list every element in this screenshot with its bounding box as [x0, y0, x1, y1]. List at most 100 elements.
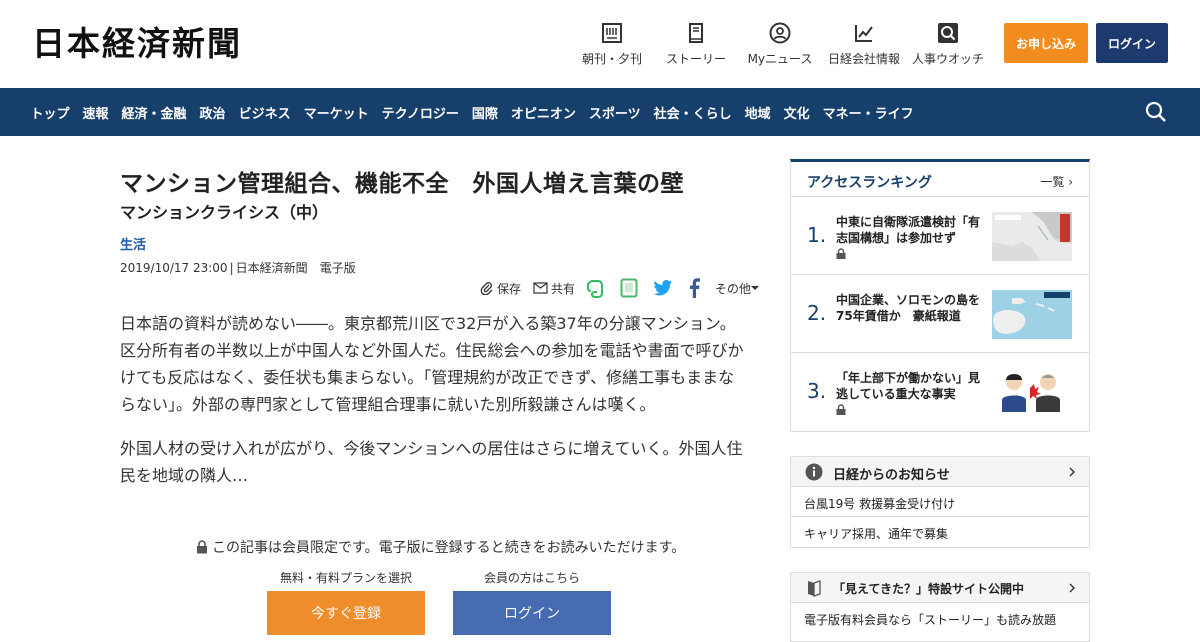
ranking-headline-text: 中国企業、ソロモンの島を75年賃借か 豪紙報道: [836, 293, 981, 323]
nav-item-culture[interactable]: 文化: [777, 103, 816, 122]
notice-item[interactable]: キャリア採用、通年で募集: [791, 517, 1089, 547]
middle-east-map-thumbnail: [992, 212, 1072, 261]
ranking-number: 3.: [807, 379, 827, 403]
header-nav-label: 日経会社情報: [827, 52, 900, 66]
nav-item-region[interactable]: 地域: [738, 103, 777, 122]
members-only-note: この記事は会員限定です。電子版に登録すると続きをお読みいただけます。: [196, 537, 685, 557]
header-nav-paper[interactable]: 朝刊・夕刊: [570, 22, 654, 67]
save-button[interactable]: 保存: [480, 280, 521, 297]
lock-icon: [836, 404, 846, 415]
site-header: 日本経済新聞 朝刊・夕刊 ストーリー Myニュース 日経会社情報 人事ウオッチ …: [0, 0, 1200, 88]
header-nav-label: ストーリー: [665, 52, 726, 66]
member-login-button[interactable]: ログイン: [453, 591, 611, 635]
ranking-item[interactable]: 2. 中国企業、ソロモンの島を75年賃借か 豪紙報道: [791, 275, 1089, 353]
nav-item-money-life[interactable]: マネー・ライフ: [816, 103, 920, 122]
header-nav-label: 人事ウオッチ: [911, 52, 984, 66]
nav-item-economy[interactable]: 経済・金融: [115, 103, 193, 122]
ranking-item[interactable]: 3. 「年上部下が働かない」見逃している重大な事実: [791, 353, 1089, 431]
search-icon[interactable]: [1144, 100, 1168, 124]
nav-item-technology[interactable]: テクノロジー: [375, 103, 465, 122]
article-meta: 2019/10/17 23:00 | 日本経済新聞 電子版: [120, 259, 750, 277]
facebook-button[interactable]: [688, 278, 703, 298]
article-paragraph: 日本語の資料が読めない――。東京都荒川区で32戸が入る築37年の分譲マンション。…: [120, 314, 744, 414]
twitter-button[interactable]: [653, 280, 676, 296]
apply-button[interactable]: お申し込み: [1004, 23, 1088, 63]
plan-select-label: 無料・有料プランを選択: [279, 571, 412, 585]
mail-icon: [533, 282, 548, 294]
twitter-icon: [653, 280, 673, 296]
article-paragraph: 外国人材の受け入れが広がり、今後マンションへの居住はさらに増えていく。外国人住民…: [120, 439, 743, 485]
oceania-map-thumbnail: [992, 290, 1072, 339]
ranking-headline: 中東に自衛隊派遣検討「有志国構想」は参加せず: [836, 214, 986, 259]
header-nav-company[interactable]: 日経会社情報: [822, 22, 906, 67]
evernote-icon: [587, 280, 604, 298]
header-nav-label: 朝刊・夕刊: [581, 52, 642, 66]
nav-item-top[interactable]: トップ: [24, 103, 76, 122]
article-body: 日本語の資料が読めない――。東京都荒川区で32戸が入る築37年の分譲マンション。…: [120, 310, 750, 506]
lock-icon: [197, 540, 207, 554]
special-site-header[interactable]: 「見えてきた？」特設サイト公開中: [791, 573, 1089, 603]
article-tools: 保存 共有 その他: [480, 276, 774, 300]
ranking-header: アクセスランキング 一覧 ›: [791, 162, 1089, 197]
category-nav: トップ 速報 経済・金融 政治 ビジネス マーケット テクノロジー 国際 オピニ…: [24, 88, 920, 136]
special-site-box: 「見えてきた？」特設サイト公開中 電子版有料会員なら「ストーリー」も読み放題: [790, 572, 1090, 642]
register-now-button[interactable]: 今すぐ登録: [267, 591, 425, 635]
office-workers-illustration: [992, 368, 1072, 417]
newspaper-icon: [602, 23, 622, 43]
meta-divider: |: [229, 261, 234, 275]
header-nav: 朝刊・夕刊 ストーリー Myニュース 日経会社情報 人事ウオッチ: [570, 22, 990, 67]
evernote-button[interactable]: [587, 278, 608, 298]
ranking-number: 1.: [807, 223, 827, 247]
ranking-headline: 「年上部下が働かない」見逃している重大な事実: [836, 370, 986, 415]
more-label: その他: [715, 281, 752, 296]
article-title: マンション管理組合、機能不全 外国人増え言葉の壁: [120, 171, 684, 197]
save-label: 保存: [497, 281, 522, 296]
book-icon: [689, 23, 703, 43]
nav-item-society[interactable]: 社会・くらし: [647, 103, 738, 122]
share-label: 共有: [551, 281, 576, 296]
members-only-text: この記事は会員限定です。電子版に登録すると続きをお読みいただけます。: [212, 540, 686, 556]
ranking-headline: 中国企業、ソロモンの島を75年賃借か 豪紙報道: [836, 292, 986, 324]
search-person-icon: [938, 23, 958, 43]
ranking-item[interactable]: 1. 中東に自衛隊派遣検討「有志国構想」は参加せず: [791, 197, 1089, 275]
nav-item-news[interactable]: 速報: [76, 103, 115, 122]
more-menu-button[interactable]: その他: [715, 280, 762, 297]
notices-header[interactable]: 日経からのお知らせ: [791, 457, 1089, 487]
chevron-right-icon: [1069, 583, 1075, 593]
header-nav-story[interactable]: ストーリー: [654, 22, 738, 67]
memo-button[interactable]: [620, 278, 641, 298]
nav-item-politics[interactable]: 政治: [193, 103, 232, 122]
chart-icon: [855, 25, 873, 42]
memo-icon: [620, 278, 638, 298]
nikkei-notices: 日経からのお知らせ 台風19号 救援募金受け付け キャリア採用、通年で募集: [790, 456, 1090, 548]
main-navbar: トップ 速報 経済・金融 政治 ビジネス マーケット テクノロジー 国際 オピニ…: [0, 88, 1200, 136]
ranking-more-link[interactable]: 一覧 ›: [1040, 173, 1073, 190]
special-site-title: 「見えてきた？」特設サイト公開中: [833, 582, 1025, 596]
user-icon: [769, 22, 791, 44]
nav-item-market[interactable]: マーケット: [297, 103, 375, 122]
nav-item-international[interactable]: 国際: [465, 103, 504, 122]
ranking-headline-text: 中東に自衛隊派遣検討「有志国構想」は参加せず: [836, 215, 981, 245]
facebook-icon: [690, 278, 701, 298]
article-category-link[interactable]: 生活: [120, 234, 146, 253]
ranking-number: 2.: [807, 301, 827, 325]
login-button[interactable]: ログイン: [1096, 23, 1168, 63]
header-nav-label: Myニュース: [747, 52, 813, 66]
nav-item-opinion[interactable]: オピニオン: [504, 103, 582, 122]
notice-item[interactable]: 台風19号 救援募金受け付け: [791, 487, 1089, 517]
book-open-icon: [808, 580, 821, 597]
nav-item-sports[interactable]: スポーツ: [582, 103, 647, 122]
header-nav-mynews[interactable]: Myニュース: [738, 22, 822, 67]
notices-title: 日経からのお知らせ: [833, 468, 950, 483]
chevron-right-icon: ›: [1068, 175, 1073, 189]
ranking-headline-text: 「年上部下が働かない」見逃している重大な事実: [836, 371, 981, 401]
special-site-item[interactable]: 電子版有料会員なら「ストーリー」も読み放題: [791, 603, 1089, 633]
nav-item-business[interactable]: ビジネス: [232, 103, 297, 122]
access-ranking: アクセスランキング 一覧 › 1. 中東に自衛隊派遣検討「有志国構想」は参加せず…: [790, 159, 1090, 432]
info-icon: [805, 463, 823, 481]
header-nav-jinji[interactable]: 人事ウオッチ: [906, 22, 990, 67]
share-button[interactable]: 共有: [533, 280, 575, 297]
site-logo[interactable]: 日本経済新聞: [32, 24, 242, 64]
caret-down-icon: [751, 286, 760, 290]
member-label: 会員の方はこちら: [483, 571, 580, 585]
